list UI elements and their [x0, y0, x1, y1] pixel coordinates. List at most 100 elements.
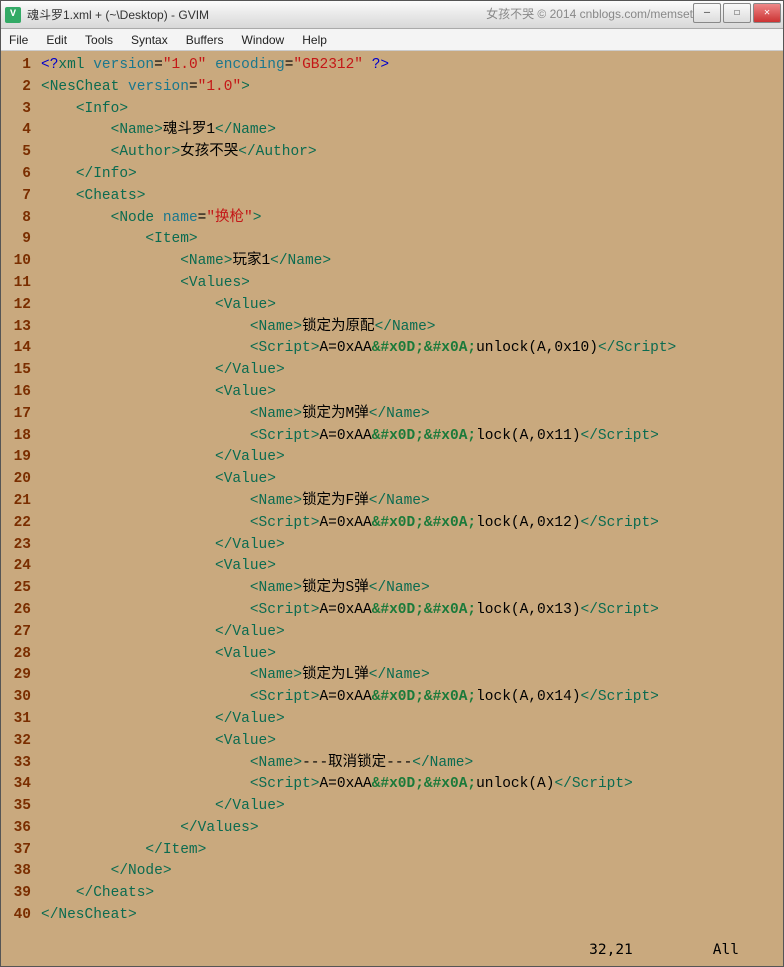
- code-line[interactable]: <?xml version="1.0" encoding="GB2312" ?>: [41, 55, 783, 77]
- code-line[interactable]: <Values>: [41, 273, 783, 295]
- code-line[interactable]: </Cheats>: [41, 883, 783, 905]
- menu-edit[interactable]: Edit: [46, 33, 67, 47]
- code-line[interactable]: <Info>: [41, 99, 783, 121]
- code-line[interactable]: <Value>: [41, 556, 783, 578]
- line-number: 21: [1, 491, 31, 513]
- line-number: 31: [1, 709, 31, 731]
- line-number: 38: [1, 861, 31, 883]
- code-line[interactable]: </Value>: [41, 447, 783, 469]
- line-number: 23: [1, 535, 31, 557]
- code-line[interactable]: </Item>: [41, 840, 783, 862]
- line-number: 24: [1, 556, 31, 578]
- line-number: 10: [1, 251, 31, 273]
- code-line[interactable]: <Name>锁定为M弹</Name>: [41, 404, 783, 426]
- line-number: 30: [1, 687, 31, 709]
- line-number: 2: [1, 77, 31, 99]
- code-line[interactable]: <Name>魂斗罗1</Name>: [41, 120, 783, 142]
- code-line[interactable]: <NesCheat version="1.0">: [41, 77, 783, 99]
- titlebar[interactable]: V 魂斗罗1.xml + (~\Desktop) - GVIM 女孩不哭 © 2…: [1, 1, 783, 29]
- line-number: 17: [1, 404, 31, 426]
- line-number: 33: [1, 753, 31, 775]
- code-line[interactable]: <Value>: [41, 731, 783, 753]
- code-line[interactable]: <Node name="换枪">: [41, 208, 783, 230]
- menubar: File Edit Tools Syntax Buffers Window He…: [1, 29, 783, 51]
- line-number: 9: [1, 229, 31, 251]
- cursor-position: 32,21: [589, 942, 633, 964]
- line-number: 5: [1, 142, 31, 164]
- editor-area[interactable]: 1234567891011121314151617181920212223242…: [1, 51, 783, 966]
- line-number: 15: [1, 360, 31, 382]
- line-number: 7: [1, 186, 31, 208]
- minimize-button[interactable]: —: [693, 3, 721, 23]
- scroll-indicator: All: [713, 942, 739, 964]
- line-number: 20: [1, 469, 31, 491]
- code-line[interactable]: <Script>A=0xAA&#x0D;&#x0A;unlock(A,0x10)…: [41, 338, 783, 360]
- line-number: 29: [1, 665, 31, 687]
- line-number: 18: [1, 426, 31, 448]
- code-line[interactable]: <Name>锁定为原配</Name>: [41, 317, 783, 339]
- window-title: 魂斗罗1.xml + (~\Desktop) - GVIM: [27, 6, 209, 23]
- menu-window[interactable]: Window: [242, 33, 285, 47]
- line-number: 11: [1, 273, 31, 295]
- code-line[interactable]: </Values>: [41, 818, 783, 840]
- code-line[interactable]: </Value>: [41, 622, 783, 644]
- code-content[interactable]: <?xml version="1.0" encoding="GB2312" ?>…: [37, 51, 783, 966]
- code-line[interactable]: <Script>A=0xAA&#x0D;&#x0A;lock(A,0x11)</…: [41, 426, 783, 448]
- line-number: 32: [1, 731, 31, 753]
- menu-buffers[interactable]: Buffers: [186, 33, 224, 47]
- code-line[interactable]: </Node>: [41, 861, 783, 883]
- line-number: 39: [1, 883, 31, 905]
- line-number-gutter: 1234567891011121314151617181920212223242…: [1, 51, 37, 966]
- statusbar: 32,21 All: [1, 942, 759, 964]
- menu-tools[interactable]: Tools: [85, 33, 113, 47]
- menu-file[interactable]: File: [9, 33, 28, 47]
- code-line[interactable]: <Script>A=0xAA&#x0D;&#x0A;lock(A,0x14)</…: [41, 687, 783, 709]
- code-line[interactable]: <Name>锁定为L弹</Name>: [41, 665, 783, 687]
- line-number: 28: [1, 644, 31, 666]
- line-number: 14: [1, 338, 31, 360]
- line-number: 16: [1, 382, 31, 404]
- code-line[interactable]: </Value>: [41, 535, 783, 557]
- menu-syntax[interactable]: Syntax: [131, 33, 168, 47]
- line-number: 26: [1, 600, 31, 622]
- line-number: 34: [1, 774, 31, 796]
- code-line[interactable]: </Value>: [41, 796, 783, 818]
- close-button[interactable]: ✕: [753, 3, 781, 23]
- window-controls: — ☐ ✕: [693, 3, 781, 23]
- code-line[interactable]: <Script>A=0xAA&#x0D;&#x0A;lock(A,0x12)</…: [41, 513, 783, 535]
- line-number: 19: [1, 447, 31, 469]
- code-line[interactable]: <Value>: [41, 644, 783, 666]
- code-line[interactable]: </Value>: [41, 360, 783, 382]
- app-icon: V: [5, 7, 21, 23]
- code-line[interactable]: <Script>A=0xAA&#x0D;&#x0A;unlock(A)</Scr…: [41, 774, 783, 796]
- code-line[interactable]: <Cheats>: [41, 186, 783, 208]
- code-line[interactable]: <Author>女孩不哭</Author>: [41, 142, 783, 164]
- code-line[interactable]: </NesCheat>: [41, 905, 783, 927]
- code-line[interactable]: </Info>: [41, 164, 783, 186]
- code-line[interactable]: <Name>---取消锁定---</Name>: [41, 753, 783, 775]
- code-line[interactable]: <Script>A=0xAA&#x0D;&#x0A;lock(A,0x13)</…: [41, 600, 783, 622]
- line-number: 22: [1, 513, 31, 535]
- line-number: 4: [1, 120, 31, 142]
- code-line[interactable]: <Value>: [41, 295, 783, 317]
- line-number: 36: [1, 818, 31, 840]
- menu-help[interactable]: Help: [302, 33, 327, 47]
- line-number: 12: [1, 295, 31, 317]
- line-number: 40: [1, 905, 31, 927]
- line-number: 13: [1, 317, 31, 339]
- line-number: 27: [1, 622, 31, 644]
- code-line[interactable]: </Value>: [41, 709, 783, 731]
- line-number: 8: [1, 208, 31, 230]
- code-line[interactable]: <Name>锁定为S弹</Name>: [41, 578, 783, 600]
- line-number: 3: [1, 99, 31, 121]
- app-window: V 魂斗罗1.xml + (~\Desktop) - GVIM 女孩不哭 © 2…: [0, 0, 784, 967]
- line-number: 6: [1, 164, 31, 186]
- code-line[interactable]: <Name>锁定为F弹</Name>: [41, 491, 783, 513]
- line-number: 25: [1, 578, 31, 600]
- line-number: 35: [1, 796, 31, 818]
- code-line[interactable]: <Value>: [41, 469, 783, 491]
- maximize-button[interactable]: ☐: [723, 3, 751, 23]
- code-line[interactable]: <Value>: [41, 382, 783, 404]
- code-line[interactable]: <Name>玩家1</Name>: [41, 251, 783, 273]
- code-line[interactable]: <Item>: [41, 229, 783, 251]
